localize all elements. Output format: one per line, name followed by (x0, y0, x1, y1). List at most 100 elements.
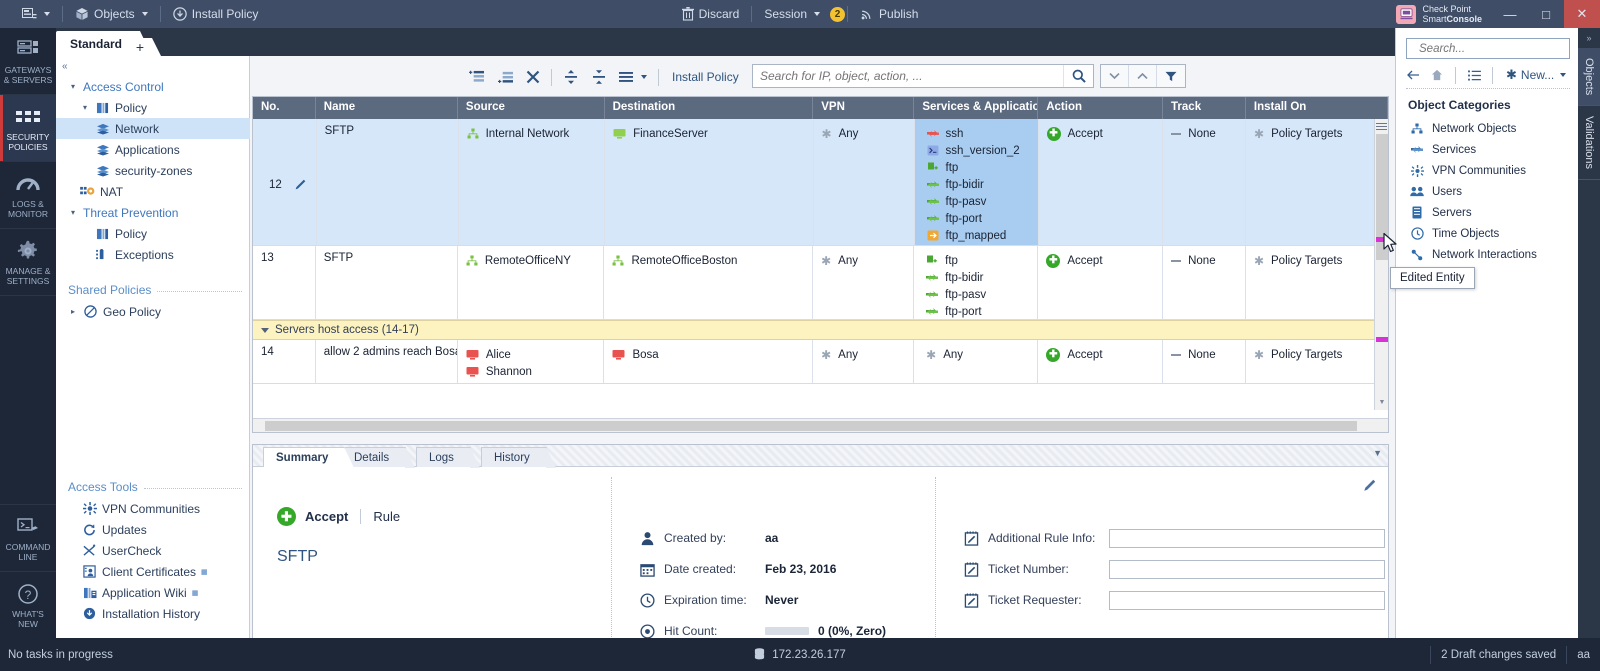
collapse-detail-button[interactable]: ▼ (1373, 448, 1382, 458)
rail-item-gateways-servers[interactable]: GATEWAYS & SERVERS (0, 28, 56, 95)
column-header-no[interactable]: No. (253, 97, 316, 119)
rail-item-whats-new[interactable]: ? WHAT'S NEW (0, 571, 56, 638)
objects-menu-button[interactable]: Objects (65, 0, 158, 28)
close-button[interactable]: ✕ (1564, 0, 1600, 28)
tree-item-threat-policy[interactable]: Policy (56, 223, 250, 244)
search-next-button[interactable] (1101, 65, 1129, 87)
tree-item-applications[interactable]: Applications (56, 139, 250, 160)
column-header-action[interactable]: Action (1038, 97, 1164, 119)
install-policy-top-button[interactable]: Install Policy (163, 0, 269, 28)
objects-search-input[interactable] (1419, 42, 1575, 55)
column-header-source[interactable]: Source (458, 97, 605, 119)
scroll-up-button[interactable] (1375, 119, 1388, 134)
service-label: ftp (945, 254, 958, 267)
column-header-vpn[interactable]: VPN (813, 97, 915, 119)
tree-item-geo-policy[interactable]: ▸ Geo Policy (56, 301, 250, 322)
search-button[interactable] (1063, 65, 1093, 87)
window-menu-button[interactable] (12, 0, 60, 28)
table-row[interactable]: 13 SFTP RemoteOfficeNY RemoteOfficeBosto… (253, 246, 1388, 320)
tool-item-application-wiki[interactable]: Application Wiki ▦ (56, 582, 250, 603)
tree-item-policy[interactable]: ▾ Policy (56, 97, 250, 118)
scroll-down-button[interactable]: ▼ (1376, 395, 1388, 410)
rulebase-horizontal-scrollbar[interactable] (253, 418, 1388, 432)
object-category-network-objects[interactable]: Network Objects (1396, 118, 1579, 139)
column-header-name[interactable]: Name (316, 97, 458, 119)
tool-item-updates[interactable]: Updates (56, 519, 250, 540)
column-header-destination[interactable]: Destination (605, 97, 814, 119)
tree-label-threat-prevention: Threat Prevention (83, 205, 179, 220)
object-category-users[interactable]: Users (1396, 181, 1579, 202)
object-category-vpn-communities[interactable]: VPN Communities (1396, 160, 1579, 181)
tree-item-exceptions[interactable]: Exceptions (56, 244, 250, 265)
search-input[interactable] (753, 65, 1063, 87)
column-header-services[interactable]: Services & Applications (914, 97, 1039, 119)
delete-rule-button[interactable] (520, 64, 546, 90)
rail-item-security-policies[interactable]: SECURITY POLICIES (0, 95, 56, 162)
add-rule-above-button[interactable] (462, 64, 491, 90)
objects-home-button[interactable] (1426, 65, 1448, 85)
tree-item-nat[interactable]: NAT (56, 181, 250, 202)
rulebase-vertical-scrollbar[interactable]: ▼ (1374, 119, 1388, 410)
object-category-network-interactions[interactable]: Network Interactions (1396, 244, 1579, 265)
right-tab-validations[interactable]: Validations (1578, 106, 1600, 181)
tree-item-security-zones[interactable]: security-zones (56, 160, 250, 181)
object-category-time-objects[interactable]: Time Objects (1396, 223, 1579, 244)
rail-item-logs-monitor[interactable]: LOGS & MONITOR (0, 162, 56, 229)
right-tab-objects[interactable]: Objects (1578, 48, 1600, 107)
twisty-icon[interactable]: ▾ (68, 82, 78, 91)
discard-button[interactable]: Discard (672, 0, 750, 28)
table-row[interactable]: 12 SFTP Internal Network FinanceServer ✱… (253, 119, 1388, 246)
collapse-triangle-icon[interactable] (261, 327, 269, 333)
scrollbar-thumb[interactable] (265, 421, 1357, 431)
table-row[interactable]: 14 allow 2 admins reach Bosa Server Alic… (253, 340, 1388, 384)
track-label: None (1188, 254, 1216, 267)
column-header-install-on[interactable]: Install On (1246, 97, 1389, 119)
tree-item-threat-prevention[interactable]: ▾ Threat Prevention (56, 202, 250, 223)
objects-list-view-button[interactable] (1463, 65, 1485, 85)
layers-icon (95, 144, 110, 156)
status-draft-changes[interactable]: 2 Draft changes saved (1430, 645, 1566, 664)
additional-rule-info-input[interactable] (1108, 528, 1386, 548)
tab-history[interactable]: History (481, 447, 556, 468)
object-category-services[interactable]: Services (1396, 139, 1579, 160)
publish-button[interactable]: Publish (850, 0, 928, 28)
tool-item-usercheck[interactable]: UserCheck (56, 540, 250, 561)
minimize-button[interactable]: — (1492, 0, 1528, 28)
column-header-track[interactable]: Track (1163, 97, 1246, 119)
twisty-icon[interactable]: ▸ (68, 307, 78, 316)
tab-summary[interactable]: Summary (263, 447, 355, 468)
twisty-icon[interactable]: ▾ (68, 208, 78, 217)
tab-logs[interactable]: Logs (416, 447, 480, 468)
filter-button[interactable] (1157, 65, 1185, 87)
tree-label-nat: NAT (100, 184, 124, 199)
rule-options-menu-button[interactable] (613, 64, 653, 90)
expand-right-panel-button[interactable]: » (1578, 28, 1600, 48)
rule-section-header[interactable]: Servers host access (14-17) (253, 320, 1388, 340)
collapse-all-button[interactable] (585, 64, 613, 90)
install-policy-button[interactable]: Install Policy (664, 64, 747, 90)
collapse-tree-button[interactable]: « (62, 61, 67, 72)
twisty-icon[interactable]: ▾ (80, 103, 90, 112)
session-button[interactable]: Session (754, 0, 830, 28)
tool-item-vpn-communities[interactable]: VPN Communities (56, 498, 250, 519)
tool-item-client-certificates[interactable]: Client Certificates ▦ (56, 561, 250, 582)
tree-item-access-control[interactable]: ▾ Access Control (56, 76, 250, 97)
objects-new-button[interactable]: ✱ New... (1506, 67, 1567, 83)
objects-search-box[interactable] (1406, 38, 1575, 59)
tree-item-network[interactable]: Network (56, 118, 250, 139)
rail-item-command-line[interactable]: COMMAND LINE (0, 504, 56, 571)
objects-back-button[interactable] (1402, 65, 1424, 85)
expand-all-button[interactable] (557, 64, 585, 90)
tool-item-installation-history[interactable]: Installation History (56, 603, 250, 624)
list-item: ✱ Policy Targets (1254, 346, 1387, 363)
rule-search-box[interactable] (752, 64, 1094, 88)
add-rule-below-button[interactable] (491, 64, 520, 90)
add-tab-button[interactable]: + (128, 38, 161, 56)
object-category-servers[interactable]: Servers (1396, 202, 1579, 223)
rail-item-manage-settings[interactable]: MANAGE & SETTINGS (0, 229, 56, 296)
ticket-requester-input[interactable] (1108, 590, 1386, 610)
maximize-button[interactable]: □ (1528, 0, 1564, 28)
ticket-number-input[interactable] (1108, 559, 1386, 579)
search-prev-button[interactable] (1129, 65, 1157, 87)
object-categories-list: Network Objects Services VPN Communities… (1396, 118, 1579, 265)
